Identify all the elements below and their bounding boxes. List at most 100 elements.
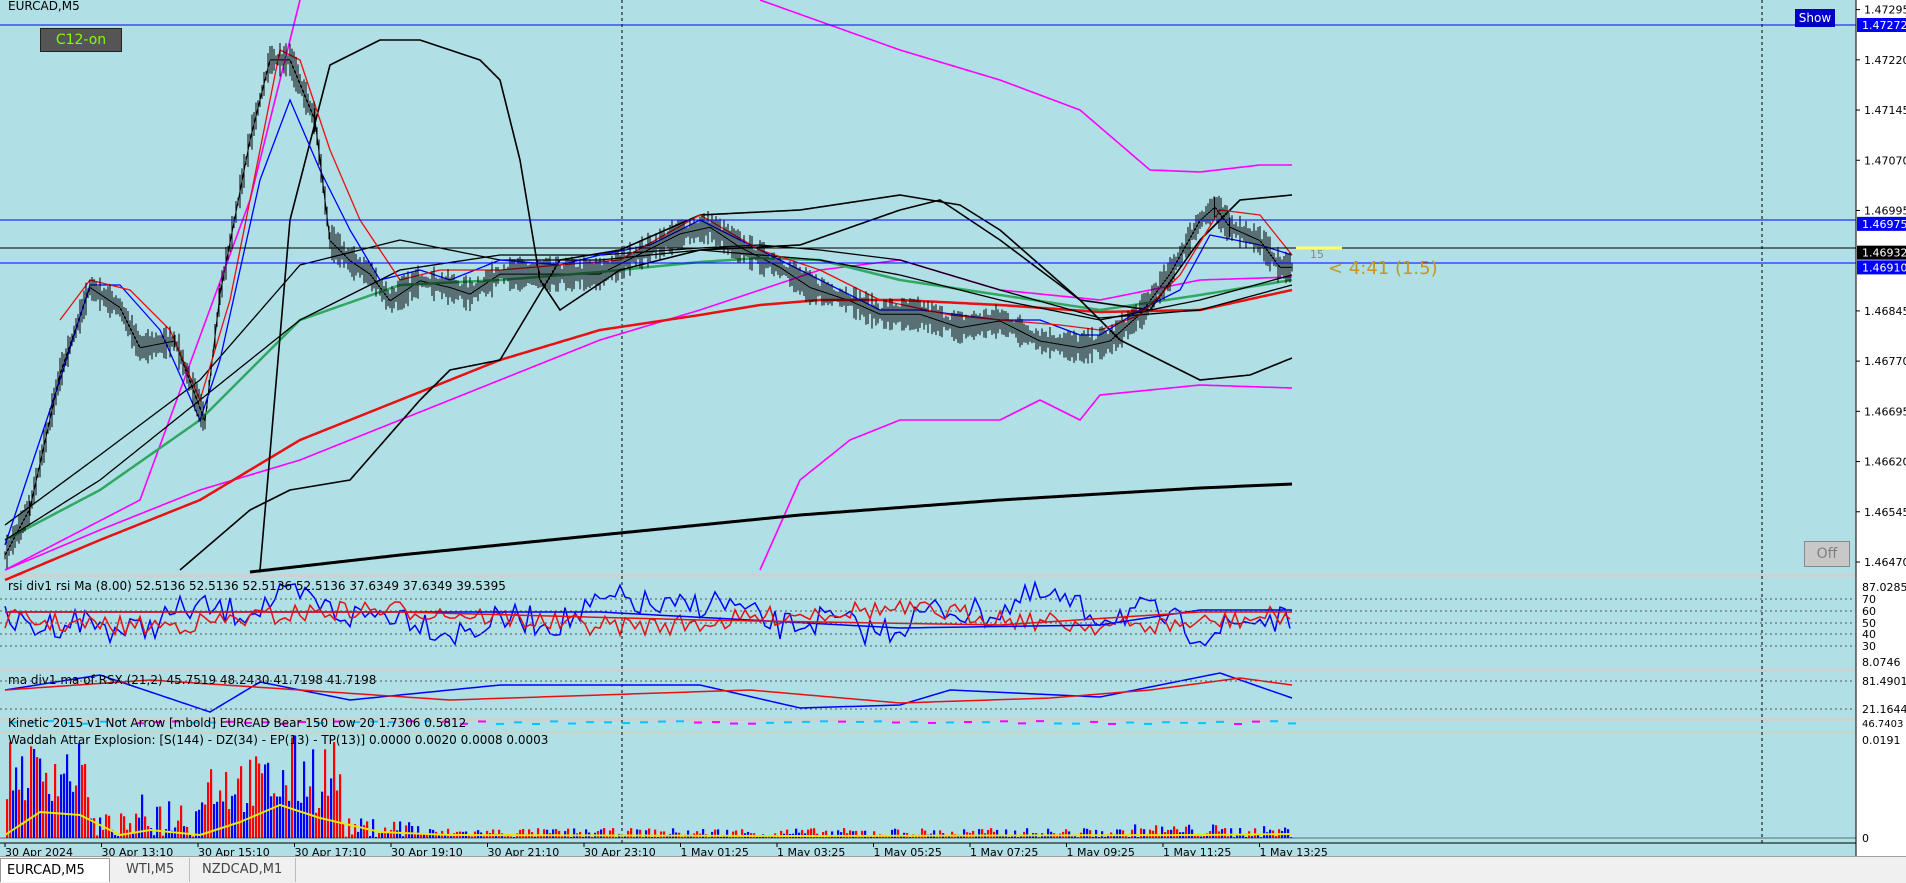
- waddah-bar: [543, 829, 546, 838]
- waddah-bar: [114, 835, 117, 838]
- kinetic-mark: [514, 721, 522, 724]
- waddah-bar: [69, 781, 72, 838]
- waddah-bar: [228, 809, 231, 838]
- waddah-bar: [66, 754, 69, 838]
- waddah-bar: [300, 802, 303, 838]
- waddah-bar: [138, 817, 141, 838]
- c12-button[interactable]: C12-on: [40, 28, 122, 52]
- waddah-bar: [627, 830, 630, 838]
- waddah-bar: [288, 800, 291, 838]
- waddah-bar: [369, 836, 372, 838]
- waddah-bar: [405, 825, 408, 838]
- price-tick-label: 1.46770: [1864, 355, 1906, 368]
- waddah-bar: [21, 756, 24, 838]
- waddah-bar: [162, 835, 165, 838]
- waddah-bar: [1095, 829, 1098, 838]
- kinetic-mark: [1270, 720, 1278, 723]
- kinetic-mark: [802, 720, 810, 723]
- time-tick-label: 30 Apr 15:10: [198, 846, 270, 856]
- time-tick-label: 30 Apr 19:10: [391, 846, 463, 856]
- waddah-bar: [411, 826, 414, 838]
- waddah-bar: [105, 814, 108, 838]
- waddah-bar: [327, 795, 330, 838]
- waddah-bar: [1227, 836, 1230, 838]
- kinetic-mark: [874, 720, 882, 723]
- kinetic-mark: [1198, 722, 1206, 725]
- waddah-bar: [399, 821, 402, 838]
- waddah-bar: [873, 831, 876, 838]
- time-tick-label: 1 May 03:25: [777, 846, 845, 856]
- waddah-bar: [147, 825, 150, 838]
- spread-label: 15: [1310, 248, 1324, 261]
- kinetic-mark: [478, 720, 486, 723]
- price-tick-label: 1.46845: [1864, 305, 1906, 318]
- chart-svg[interactable]: 15 EURCAD,M5 rsi div1 rsi Ma (8.00) 52.5…: [0, 0, 1906, 856]
- time-tick-label: 30 Apr 13:10: [102, 846, 174, 856]
- kinetic-mark: [838, 720, 846, 723]
- waddah-bar: [933, 830, 936, 838]
- waddah-bar: [567, 828, 570, 838]
- price-tick-label: 1.46470: [1864, 556, 1906, 569]
- time-tick-label: 1 May 13:25: [1260, 846, 1328, 856]
- tab-eurcad[interactable]: EURCAD,M5: [0, 858, 110, 882]
- waddah-bar: [246, 803, 249, 838]
- waddah-bar: [96, 835, 99, 838]
- show-button[interactable]: Show: [1795, 9, 1835, 27]
- waddah-bar: [24, 800, 27, 838]
- waddah-bar: [240, 766, 243, 838]
- kinetic-mark: [820, 720, 828, 723]
- waddah-bar: [573, 828, 576, 838]
- waddah-bar: [1014, 830, 1017, 838]
- kinetic-mark: [1036, 720, 1044, 723]
- waddah-bar: [732, 831, 735, 838]
- price-tick-label: 1.46695: [1864, 405, 1906, 418]
- waddah-bar: [1230, 828, 1233, 838]
- kinetic-mark: [550, 720, 558, 723]
- waddah-bar: [381, 832, 384, 838]
- waddah-bar: [1194, 835, 1197, 838]
- waddah-bar: [54, 764, 57, 838]
- candles: [4, 42, 1293, 569]
- time-axis: 30 Apr 2024 30 Apr 13:10 30 Apr 15:10 30 Ap…: [0, 842, 1856, 856]
- waddah-bar: [321, 791, 324, 838]
- waddah-bar: [483, 836, 486, 838]
- waddah-bar: [1047, 828, 1050, 838]
- waddah-bar: [117, 836, 120, 838]
- kinetic-mark: [1000, 720, 1008, 723]
- waddah-bar: [981, 829, 984, 838]
- waddah-bar: [417, 826, 420, 838]
- kinetic-mark: [1090, 720, 1098, 723]
- waddah-bar: [249, 759, 252, 838]
- tab-wti[interactable]: WTI,M5: [120, 858, 190, 882]
- off-button[interactable]: Off: [1804, 541, 1850, 567]
- waddah-bar: [1221, 829, 1224, 838]
- time-tick-label: 30 Apr 17:10: [295, 846, 367, 856]
- waddah-bar: [231, 795, 234, 838]
- price-line: [4, 59, 1292, 556]
- waddah-bar: [207, 782, 210, 838]
- waddah-bar: [1275, 836, 1278, 838]
- waddah-bar: [27, 787, 30, 838]
- waddah-bar: [219, 790, 222, 838]
- waddah-bar: [492, 829, 495, 838]
- waddah-bar: [735, 830, 738, 838]
- waddah-bar: [696, 831, 699, 838]
- waddah-bar: [330, 778, 333, 838]
- band-upper: [759, 0, 1292, 173]
- waddah-bar: [237, 778, 240, 838]
- waddah-bar: [99, 817, 102, 838]
- waddah-bar: [1224, 828, 1227, 838]
- waddah-bar: [528, 829, 531, 838]
- kinetic-mark: [730, 722, 738, 725]
- kinetic-panel-title: Kinetic 2015 v1 Not Arrow [mbold] EURCAD…: [8, 716, 466, 730]
- tab-nzdcad[interactable]: NZDCAD,M1: [196, 858, 296, 882]
- waddah-bar: [987, 829, 990, 838]
- waddah-bar: [84, 763, 87, 838]
- waddah-bar: [144, 816, 147, 838]
- price-marker-label: 1.47272: [1862, 19, 1906, 32]
- waddah-bar: [282, 770, 285, 838]
- waddah-level-label: 0.0191: [1862, 734, 1901, 747]
- waddah-bar: [216, 801, 219, 838]
- waddah-bar: [81, 764, 84, 838]
- waddah-bar: [198, 809, 201, 838]
